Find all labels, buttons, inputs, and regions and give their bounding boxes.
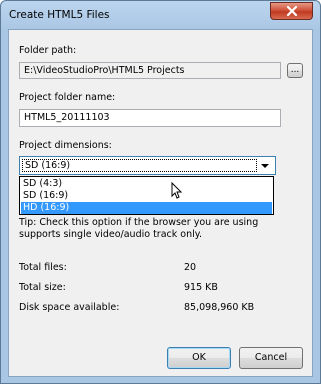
ok-button[interactable]: OK	[167, 347, 231, 369]
mouse-cursor-icon	[171, 182, 183, 199]
tip-text-line-2: supports single video/audio track only.	[19, 229, 203, 240]
total-size-value: 915 KB	[184, 282, 218, 293]
project-folder-input[interactable]: HTML5_20111103	[19, 109, 281, 127]
browse-folder-button[interactable]: ...	[287, 63, 303, 78]
close-button[interactable]	[270, 2, 313, 20]
project-folder-label: Project folder name:	[19, 92, 116, 103]
project-dimensions-label: Project dimensions:	[19, 140, 112, 151]
total-files-label: Total files:	[19, 262, 67, 273]
project-dimensions-select[interactable]: SD (16:9)	[19, 156, 276, 175]
dialog-client-area: Folder path: E:\VideoStudioPro\HTML5 Pro…	[8, 29, 313, 377]
project-dimensions-dropdown: SD (4:3) SD (16:9) HD (16:9)	[19, 176, 274, 215]
total-files-value: 20	[184, 262, 197, 273]
cancel-button[interactable]: Cancel	[239, 347, 303, 369]
folder-path-label: Folder path:	[19, 45, 77, 56]
folder-path-field: E:\VideoStudioPro\HTML5 Projects	[19, 62, 281, 79]
close-icon	[286, 6, 298, 16]
dropdown-option-hd-16-9[interactable]: HD (16:9)	[21, 202, 272, 214]
disk-space-label: Disk space available:	[19, 302, 120, 313]
title-bar[interactable]: Create HTML5 Files	[1, 1, 320, 29]
dialog-window: Create HTML5 Files Folder path: E:\Video…	[0, 0, 321, 384]
disk-space-value: 85,098,960 KB	[184, 302, 255, 313]
dropdown-option-sd-16-9[interactable]: SD (16:9)	[21, 190, 272, 202]
chevron-down-icon	[261, 164, 269, 168]
tip-text-line-1: Tip: Check this option if the browser yo…	[19, 217, 259, 228]
total-size-label: Total size:	[19, 282, 66, 293]
project-dimensions-selected: SD (16:9)	[22, 159, 257, 172]
dropdown-option-sd-4-3[interactable]: SD (4:3)	[21, 178, 272, 190]
window-title: Create HTML5 Files	[9, 9, 110, 21]
